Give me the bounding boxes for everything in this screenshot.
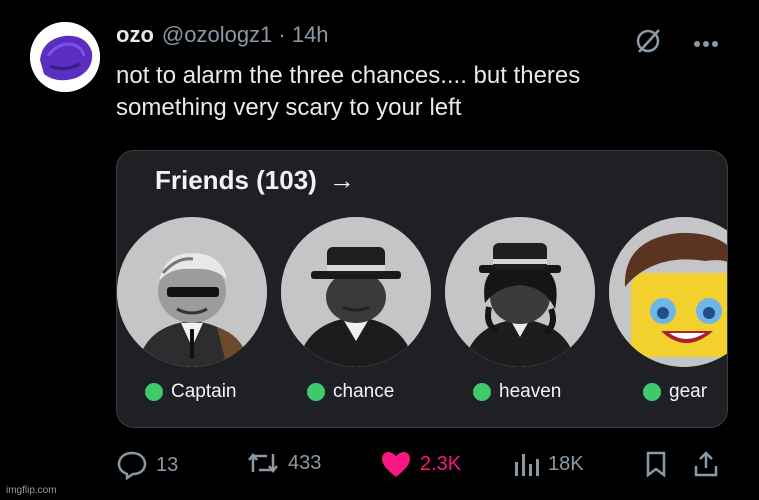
friend-name: Captain: [171, 381, 237, 402]
friend-avatar: [281, 217, 431, 367]
friend-name: gear: [669, 381, 708, 402]
friend-item-gear: gear: [609, 217, 727, 403]
profile-avatar[interactable]: [30, 22, 100, 92]
more-options-icon[interactable]: [693, 35, 719, 53]
like-button[interactable]: 2.3K: [380, 450, 461, 478]
reply-button[interactable]: 13: [116, 450, 178, 480]
grok-slash-icon[interactable]: [633, 26, 663, 61]
analytics-icon: [515, 454, 539, 476]
bookmark-button[interactable]: [644, 450, 668, 478]
friend-name: heaven: [499, 381, 562, 402]
heart-icon: [382, 452, 410, 477]
retweet-button[interactable]: 433: [246, 450, 321, 476]
imgflip-watermark: imgflip.com: [6, 485, 57, 496]
online-status-icon: [145, 383, 163, 401]
friend-avatar: [445, 217, 595, 367]
friends-heading: Friends (103) →: [155, 165, 355, 196]
friend-item-chance: chance: [281, 217, 431, 403]
share-icon: [694, 451, 718, 477]
online-status-icon: [307, 383, 325, 401]
arrow-right-icon: →: [328, 165, 355, 195]
friend-avatar: [117, 217, 267, 367]
friend-avatar: [609, 217, 727, 367]
like-count: 2.3K: [420, 452, 462, 475]
tweet-text-line: something very scary to your left: [116, 94, 462, 121]
tweet-top-icons: [633, 26, 719, 61]
views-button[interactable]: 18K: [512, 450, 584, 478]
retweet-icon: [248, 452, 278, 474]
bookmark-icon: [646, 451, 666, 478]
retweet-count: 433: [288, 451, 322, 474]
reply-count: 13: [156, 453, 179, 476]
reply-icon: [117, 451, 147, 480]
friend-item-heaven: heaven: [445, 217, 595, 403]
tweet-text: not to alarm the three chances.... but t…: [116, 60, 716, 124]
author-name[interactable]: ozo: [116, 22, 154, 48]
online-status-icon: [473, 383, 491, 401]
tweet-header: ozo @ozologz1 · 14h: [116, 22, 329, 52]
tweet-actions: 13 433 2.3K 18K: [116, 450, 726, 486]
friends-title: Friends (103): [155, 165, 317, 195]
author-handle-time[interactable]: @ozologz1 · 14h: [162, 22, 329, 48]
friend-item-captain: Captain: [117, 217, 267, 403]
view-count: 18K: [548, 452, 584, 475]
friend-name: chance: [333, 381, 395, 402]
online-status-icon: [643, 383, 661, 401]
share-button[interactable]: [692, 450, 720, 478]
tweet-text-line: not to alarm the three chances.... but t…: [116, 62, 581, 89]
embedded-image-card[interactable]: Friends (103) → Captain chance heaven ge…: [116, 150, 728, 428]
